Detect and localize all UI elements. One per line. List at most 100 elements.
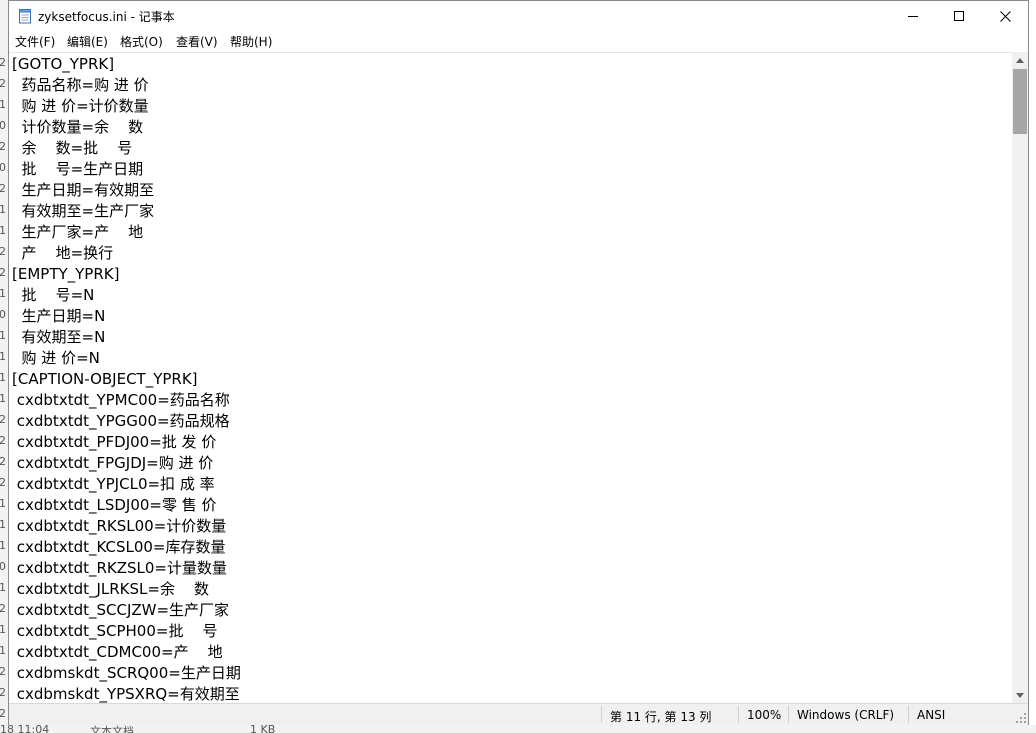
- bg-digit: 2: [0, 686, 6, 699]
- bg-text-time: 18 11:04: [0, 725, 50, 733]
- text-line: 购 进 价=N: [12, 349, 100, 367]
- menu-bar: 文件(F) 编辑(E) 格式(O) 查看(V) 帮助(H): [9, 31, 1028, 51]
- bg-digit: 1: [0, 644, 6, 657]
- bg-digit: 0: [0, 308, 6, 321]
- desktop-background-bottom: 18 11:04 文本文档 1 KB: [0, 725, 1036, 733]
- bg-digit: 2: [0, 455, 6, 468]
- bg-digit: 0: [0, 161, 6, 174]
- bg-digit: 1: [0, 203, 6, 216]
- bg-digit: 2: [0, 602, 6, 615]
- bg-digit: 1: [0, 623, 6, 636]
- status-bar: 第 11 行, 第 13 列 100% Windows (CRLF) ANSI: [9, 703, 1028, 725]
- encoding: ANSI: [917, 708, 946, 722]
- status-divider: [601, 706, 602, 723]
- bg-digit: 2: [0, 434, 6, 447]
- bg-digit: 2: [0, 182, 6, 195]
- bg-digit: 2: [0, 140, 6, 153]
- scroll-down-button[interactable]: [1012, 687, 1028, 703]
- text-line: 生产日期=N: [12, 307, 106, 325]
- zoom-level: 100%: [747, 708, 782, 722]
- bg-digit: 1: [0, 224, 6, 237]
- bg-digit: 2: [0, 413, 6, 426]
- text-editor[interactable]: [GOTO_YPRK] 药品名称=购 进 价 购 进 价=计价数量 计价数量=余…: [9, 52, 1012, 704]
- bg-digit: 1: [0, 392, 6, 405]
- text-line: cxdbtxtdt_YPJCL0=扣 成 率: [12, 475, 215, 493]
- close-button[interactable]: [982, 1, 1028, 31]
- bg-digit: 2: [0, 665, 6, 678]
- close-icon: [999, 10, 1011, 22]
- bg-digit: 1: [0, 518, 6, 531]
- text-line: 计价数量=余 数: [12, 118, 144, 136]
- text-line: 有效期至=N: [12, 328, 106, 346]
- status-divider: [908, 706, 909, 723]
- bg-digit: 2: [0, 266, 6, 279]
- text-line: 批 号=N: [12, 286, 95, 304]
- menu-format[interactable]: 格式(O): [120, 33, 163, 50]
- scroll-up-arrow-icon: [1016, 57, 1024, 63]
- window-title: zyksetfocus.ini - 记事本: [38, 10, 175, 24]
- bg-digit: 2: [0, 707, 6, 720]
- bg-digit: 1: [0, 98, 6, 111]
- vertical-scrollbar[interactable]: [1012, 52, 1028, 703]
- text-line: cxdbtxtdt_RKSL00=计价数量: [12, 517, 227, 535]
- text-line: cxdbtxtdt_RKZSL0=计量数量: [12, 559, 228, 577]
- menu-help[interactable]: 帮助(H): [230, 33, 272, 50]
- text-line: cxdbtxtdt_KCSL00=库存数量: [12, 538, 226, 556]
- text-line: cxdbtxtdt_LSDJ00=零 售 价: [12, 496, 217, 514]
- bg-digit: 1: [0, 350, 6, 363]
- text-line: cxdbtxtdt_SCPH00=批 号: [12, 622, 218, 640]
- text-line: 购 进 价=计价数量: [12, 97, 149, 115]
- text-line: cxdbtxtdt_FPGJDJ=购 进 价: [12, 454, 214, 472]
- title-bar[interactable]: zyksetfocus.ini - 记事本: [9, 1, 1028, 31]
- text-line: [GOTO_YPRK]: [12, 55, 115, 73]
- text-line: cxdbtxtdt_CDMC00=产 地: [12, 643, 223, 661]
- line-ending: Windows (CRLF): [797, 708, 895, 722]
- bg-digit: 1: [0, 329, 6, 342]
- status-divider: [738, 706, 739, 723]
- text-line: cxdbtxtdt_SCCJZW=生产厂家: [12, 601, 230, 619]
- minimize-button[interactable]: [890, 1, 936, 31]
- notepad-window: zyksetfocus.ini - 记事本 文件(F) 编辑(E) 格式(O) …: [8, 0, 1029, 725]
- scroll-up-button[interactable]: [1012, 52, 1028, 68]
- text-line: 批 号=生产日期: [12, 160, 144, 178]
- bg-digit: 0: [0, 119, 6, 132]
- bg-text-type: 文本文档: [90, 725, 134, 733]
- bg-digit: 1: [0, 539, 6, 552]
- text-line: 药品名称=购 进 价: [12, 76, 149, 94]
- bg-digit: 0: [0, 560, 6, 573]
- scroll-down-arrow-icon: [1016, 692, 1024, 698]
- scroll-thumb[interactable]: [1013, 69, 1027, 134]
- resize-grip-icon[interactable]: [1016, 713, 1026, 723]
- bg-text-size: 1 KB: [250, 725, 276, 733]
- maximize-icon: [954, 11, 964, 21]
- text-line: cxdbmskdt_YPSXRQ=有效期至: [12, 685, 240, 703]
- text-line: cxdbtxtdt_PFDJ00=批 发 价: [12, 433, 217, 451]
- bg-digit: 2: [0, 245, 6, 258]
- text-line: cxdbtxtdt_YPGG00=药品规格: [12, 412, 230, 430]
- minimize-icon: [908, 16, 918, 17]
- notepad-icon: [19, 9, 31, 24]
- status-divider: [788, 706, 789, 723]
- text-line: 余 数=批 号: [12, 139, 133, 157]
- bg-digit: 1: [0, 287, 6, 300]
- text-line: 有效期至=生产厂家: [12, 202, 155, 220]
- text-line: 产 地=换行: [12, 244, 114, 262]
- bg-digit: 2: [0, 56, 6, 69]
- menu-view[interactable]: 查看(V): [176, 33, 218, 50]
- text-line: cxdbtxtdt_JLRKSL=余 数: [12, 580, 210, 598]
- text-line: cxdbtxtdt_YPMC00=药品名称: [12, 391, 230, 409]
- cursor-position: 第 11 行, 第 13 列: [610, 710, 712, 724]
- menu-edit[interactable]: 编辑(E): [67, 33, 108, 50]
- text-line: 生产日期=有效期至: [12, 181, 155, 199]
- bg-digit: 1: [0, 371, 6, 384]
- maximize-button[interactable]: [936, 1, 982, 31]
- text-line: cxdbmskdt_SCRQ00=生产日期: [12, 664, 241, 682]
- text-line: 生产厂家=产 地: [12, 223, 144, 241]
- bg-digit: 2: [0, 476, 6, 489]
- text-line: [CAPTION-OBJECT_YPRK]: [12, 370, 198, 388]
- menu-file[interactable]: 文件(F): [15, 33, 55, 50]
- bg-digit: 1: [0, 497, 6, 510]
- desktop-background: 221020211221011112222111012112222: [0, 0, 8, 733]
- bg-digit: 1: [0, 581, 6, 594]
- bg-digit: 2: [0, 77, 6, 90]
